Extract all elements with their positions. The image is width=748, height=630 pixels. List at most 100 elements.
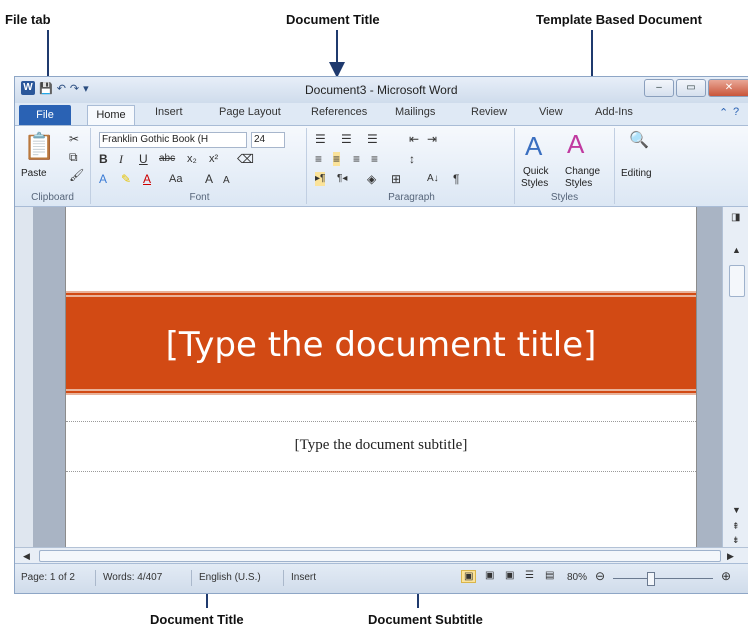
- ruler-toggle-icon[interactable]: ◨: [731, 211, 740, 225]
- line-spacing-icon[interactable]: ↕: [409, 152, 415, 166]
- multilevel-list-icon[interactable]: ☰: [367, 132, 378, 146]
- tab-view[interactable]: View: [539, 106, 563, 118]
- title-band[interactable]: [Type the document title]: [66, 291, 696, 395]
- tab-file[interactable]: File: [19, 105, 71, 125]
- subscript-button[interactable]: x₂: [187, 152, 197, 166]
- underline-button[interactable]: U: [139, 152, 148, 166]
- change-styles-icon[interactable]: A: [567, 130, 584, 158]
- superscript-button[interactable]: x²: [209, 152, 218, 166]
- decrease-indent-icon[interactable]: ⇤: [409, 132, 419, 146]
- paste-button[interactable]: Paste: [21, 168, 47, 179]
- maximize-button[interactable]: ▭: [676, 79, 706, 97]
- status-page[interactable]: Page: 1 of 2: [21, 572, 75, 583]
- tab-page-layout[interactable]: Page Layout: [219, 106, 281, 118]
- print-layout-icon[interactable]: ▣: [461, 570, 477, 583]
- quick-styles-icon[interactable]: A: [525, 132, 542, 160]
- zoom-out-icon[interactable]: ⊖: [595, 569, 605, 583]
- cut-icon[interactable]: ✂: [69, 132, 79, 146]
- change-styles-sublabel[interactable]: Styles: [565, 178, 592, 189]
- save-icon[interactable]: 💾: [39, 82, 53, 95]
- zoom-in-icon[interactable]: ⊕: [721, 569, 731, 583]
- bullets-icon[interactable]: ☰: [315, 132, 326, 146]
- word-logo-icon[interactable]: W: [21, 81, 35, 95]
- rtl-icon[interactable]: ¶◂: [337, 172, 347, 186]
- horizontal-scrollbar[interactable]: ◀ ▶: [15, 547, 748, 563]
- draft-view-icon[interactable]: ▤: [545, 570, 554, 581]
- grow-font-button[interactable]: A: [205, 172, 213, 186]
- binoculars-icon[interactable]: 🔍: [629, 133, 649, 149]
- italic-button[interactable]: I: [119, 152, 123, 166]
- next-page-icon[interactable]: ⇟: [732, 533, 740, 547]
- tab-home[interactable]: Home: [87, 105, 135, 125]
- borders-icon[interactable]: ⊞: [391, 172, 401, 186]
- font-size-select[interactable]: 24: [251, 132, 285, 148]
- paste-icon[interactable]: 📋: [23, 132, 55, 160]
- web-layout-icon[interactable]: ▣: [505, 570, 514, 581]
- full-screen-reading-icon[interactable]: ▣: [485, 570, 494, 581]
- help-icon[interactable]: ?: [733, 106, 739, 118]
- customize-qat-icon[interactable]: ▾: [83, 82, 89, 95]
- justify-icon[interactable]: ≡: [371, 152, 378, 166]
- tab-insert[interactable]: Insert: [155, 106, 183, 118]
- numbering-icon[interactable]: ☰: [341, 132, 352, 146]
- tab-add-ins[interactable]: Add-Ins: [595, 106, 633, 118]
- change-case-button[interactable]: Aa: [169, 172, 182, 186]
- font-color-icon[interactable]: A: [143, 172, 151, 186]
- align-right-icon[interactable]: ≡: [353, 152, 360, 166]
- format-painter-icon[interactable]: 🖌: [69, 168, 84, 182]
- scroll-up-icon[interactable]: ▲: [732, 243, 741, 257]
- styles-label: Styles: [550, 192, 579, 203]
- previous-page-icon[interactable]: ⇞: [732, 519, 740, 533]
- tab-review[interactable]: Review: [471, 106, 507, 118]
- align-center-icon[interactable]: ≡: [333, 152, 341, 166]
- highlight-icon[interactable]: ✎: [121, 172, 131, 186]
- align-left-icon[interactable]: ≡: [315, 152, 322, 166]
- editing-button[interactable]: Editing: [621, 168, 652, 179]
- redo-icon[interactable]: ↷: [70, 82, 79, 95]
- minimize-button[interactable]: –: [644, 79, 674, 97]
- scroll-left-icon[interactable]: ◀: [23, 549, 30, 563]
- quick-styles-label[interactable]: Quick: [523, 166, 549, 177]
- bold-button[interactable]: B: [99, 152, 108, 166]
- tab-mailings[interactable]: Mailings: [395, 106, 435, 118]
- annotation-document-title-top: Document Title: [286, 12, 380, 27]
- outline-view-icon[interactable]: ☰: [525, 570, 534, 581]
- strikethrough-button[interactable]: abc: [159, 152, 175, 166]
- status-words[interactable]: Words: 4/407: [103, 572, 162, 583]
- sort-button[interactable]: A↓: [427, 172, 439, 186]
- increase-indent-icon[interactable]: ⇥: [427, 132, 437, 146]
- title-bar: W 💾 ↶ ↷ ▾ Document3 - Microsoft Word – ▭…: [15, 77, 748, 103]
- vertical-scrollbar[interactable]: ◨ ▲ ▼ ⇞ ⇟: [722, 207, 748, 547]
- document-subtitle-placeholder[interactable]: [Type the document subtitle]: [66, 437, 696, 454]
- scroll-right-icon[interactable]: ▶: [727, 549, 734, 563]
- copy-icon[interactable]: ⧉: [69, 150, 78, 164]
- subtitle-bottom-border: [66, 471, 696, 472]
- shading-icon[interactable]: ◈: [367, 172, 376, 186]
- ltr-icon[interactable]: ▸¶: [315, 172, 326, 186]
- left-margin-bar: [15, 207, 33, 547]
- shrink-font-button[interactable]: A: [223, 174, 230, 188]
- clear-formatting-icon[interactable]: ⌫: [237, 152, 254, 166]
- close-button[interactable]: ✕: [708, 79, 748, 97]
- change-styles-label[interactable]: Change: [565, 166, 600, 177]
- quick-styles-sublabel[interactable]: Styles: [521, 178, 548, 189]
- zoom-slider-thumb[interactable]: [647, 572, 655, 586]
- document-title-placeholder[interactable]: [Type the document title]: [66, 325, 696, 365]
- status-language[interactable]: English (U.S.): [199, 572, 261, 583]
- horizontal-scroll-thumb[interactable]: [39, 550, 721, 562]
- tab-references[interactable]: References: [311, 106, 367, 118]
- undo-icon[interactable]: ↶: [57, 82, 66, 95]
- status-bar: Page: 1 of 2 Words: 4/407 English (U.S.)…: [15, 563, 748, 593]
- document-page[interactable]: [Type the document title] [Type the docu…: [65, 207, 697, 547]
- text-effects-icon[interactable]: A: [99, 172, 107, 186]
- zoom-slider-track[interactable]: [613, 578, 713, 579]
- zoom-level[interactable]: 80%: [567, 572, 587, 583]
- minimize-ribbon-icon[interactable]: ⌃: [719, 106, 728, 119]
- font-name-select[interactable]: Franklin Gothic Book (H: [99, 132, 247, 148]
- scroll-down-icon[interactable]: ▼: [732, 503, 741, 517]
- vertical-scroll-thumb[interactable]: [729, 265, 745, 297]
- group-clipboard: 📋 Paste ✂ ⧉ 🖌 Clipboard: [15, 128, 91, 204]
- status-mode[interactable]: Insert: [291, 572, 316, 583]
- show-marks-button[interactable]: ¶: [453, 172, 459, 186]
- document-area: [Type the document title] [Type the docu…: [15, 207, 722, 547]
